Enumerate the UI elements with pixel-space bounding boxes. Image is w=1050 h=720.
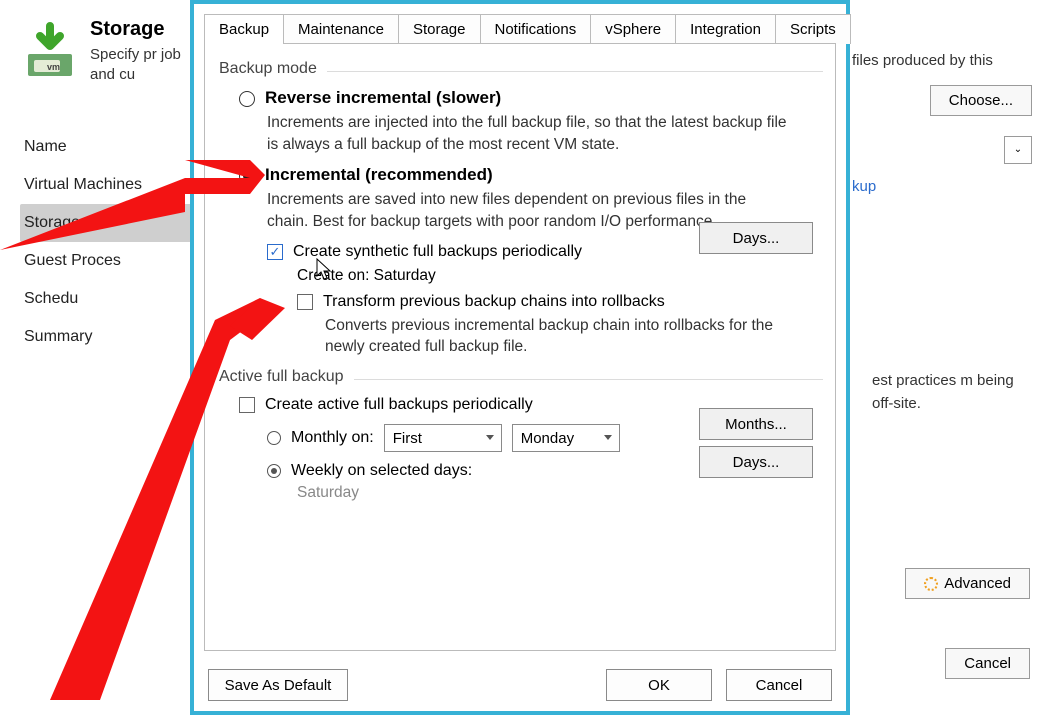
sidebar-item-guest-proces[interactable]: Guest Proces — [20, 242, 195, 280]
sidebar-item-summary[interactable]: Summary — [20, 318, 195, 356]
monthly-on-label: Monthly on: — [291, 429, 374, 447]
active-full-group-label: Active full backup — [219, 368, 823, 386]
incremental-radio-row[interactable]: Incremental (recommended) — [239, 165, 823, 185]
tab-storage[interactable]: Storage — [398, 14, 481, 44]
storage-icon: vm — [20, 18, 80, 86]
reverse-incremental-title: Reverse incremental (slower) — [265, 88, 501, 108]
weekly-on-label: Weekly on selected days: — [291, 462, 472, 480]
radio-icon — [267, 464, 281, 478]
tab-integration[interactable]: Integration — [675, 14, 776, 44]
tab-maintenance[interactable]: Maintenance — [283, 14, 399, 44]
radio-icon — [239, 91, 255, 107]
radio-icon — [267, 431, 281, 445]
sidebar-item-virtual-machines[interactable]: Virtual Machines — [20, 166, 195, 204]
tab-backup[interactable]: Backup — [204, 14, 284, 44]
save-as-default-button[interactable]: Save As Default — [208, 669, 348, 701]
dropdown-caret-icon[interactable]: ⌄ — [1004, 136, 1032, 164]
months-button[interactable]: Months... — [699, 408, 813, 440]
wizard-subtitle: Specify pr job and cu — [90, 45, 195, 86]
tab-scripts[interactable]: Scripts — [775, 14, 851, 44]
tab-notifications[interactable]: Notifications — [480, 14, 592, 44]
advanced-settings-dialog: BackupMaintenanceStorageNotificationsvSp… — [190, 0, 850, 715]
bg-cancel-button[interactable]: Cancel — [945, 648, 1030, 679]
radio-icon — [239, 168, 255, 184]
weekly-value: Saturday — [297, 484, 823, 502]
advanced-button[interactable]: Advanced — [905, 568, 1030, 599]
weekly-days-button[interactable]: Days... — [699, 446, 813, 478]
dialog-footer: Save As Default OK Cancel — [194, 669, 846, 701]
sidebar-item-storage[interactable]: Storage — [20, 204, 195, 242]
bg-practices-fragment: est practices m being off-site. — [872, 370, 1032, 415]
wizard-header: vm Storage Specify pr job and cu — [20, 0, 195, 98]
transform-desc: Converts previous incremental backup cha… — [325, 315, 785, 358]
dialog-tabs: BackupMaintenanceStorageNotificationsvSp… — [204, 14, 836, 44]
create-on-line: Create on: Saturday — [297, 267, 823, 285]
synthetic-full-label: Create synthetic full backups periodical… — [293, 243, 582, 261]
checkbox-icon — [297, 294, 313, 310]
svg-text:vm: vm — [47, 62, 60, 72]
transform-label: Transform previous backup chains into ro… — [323, 293, 665, 311]
bg-text-fragment: files produced by this — [852, 50, 1032, 73]
choose-button[interactable]: Choose... — [930, 85, 1032, 116]
wizard-title: Storage — [90, 18, 195, 41]
bg-link-fragment: kup — [852, 178, 1032, 195]
mouse-cursor-icon — [316, 258, 334, 282]
checkbox-icon — [267, 244, 283, 260]
wizard-nav: NameVirtual MachinesStorageGuest ProcesS… — [20, 128, 195, 356]
synthetic-days-button[interactable]: Days... — [699, 222, 813, 254]
gear-icon — [924, 577, 938, 591]
sidebar-item-name[interactable]: Name — [20, 128, 195, 166]
reverse-incremental-radio-row[interactable]: Reverse incremental (slower) — [239, 88, 823, 108]
monthly-ordinal-combo[interactable] — [384, 424, 502, 452]
background-panel: files produced by this Choose... ⌄ kup — [852, 50, 1032, 195]
advanced-label: Advanced — [944, 575, 1011, 592]
reverse-incremental-desc: Increments are injected into the full ba… — [267, 112, 787, 155]
tab-vsphere[interactable]: vSphere — [590, 14, 676, 44]
cancel-button[interactable]: Cancel — [726, 669, 832, 701]
ok-button[interactable]: OK — [606, 669, 712, 701]
backup-mode-group-label: Backup mode — [219, 60, 823, 78]
wizard-sidebar: vm Storage Specify pr job and cu NameVir… — [20, 0, 195, 356]
incremental-title: Incremental (recommended) — [265, 165, 493, 185]
active-full-label: Create active full backups periodically — [265, 396, 533, 414]
transform-checkbox-row[interactable]: Transform previous backup chains into ro… — [297, 293, 823, 311]
checkbox-icon — [239, 397, 255, 413]
sidebar-item-schedu[interactable]: Schedu — [20, 280, 195, 318]
backup-tab-panel: Backup mode Reverse incremental (slower)… — [204, 43, 836, 651]
monthly-day-combo[interactable] — [512, 424, 620, 452]
